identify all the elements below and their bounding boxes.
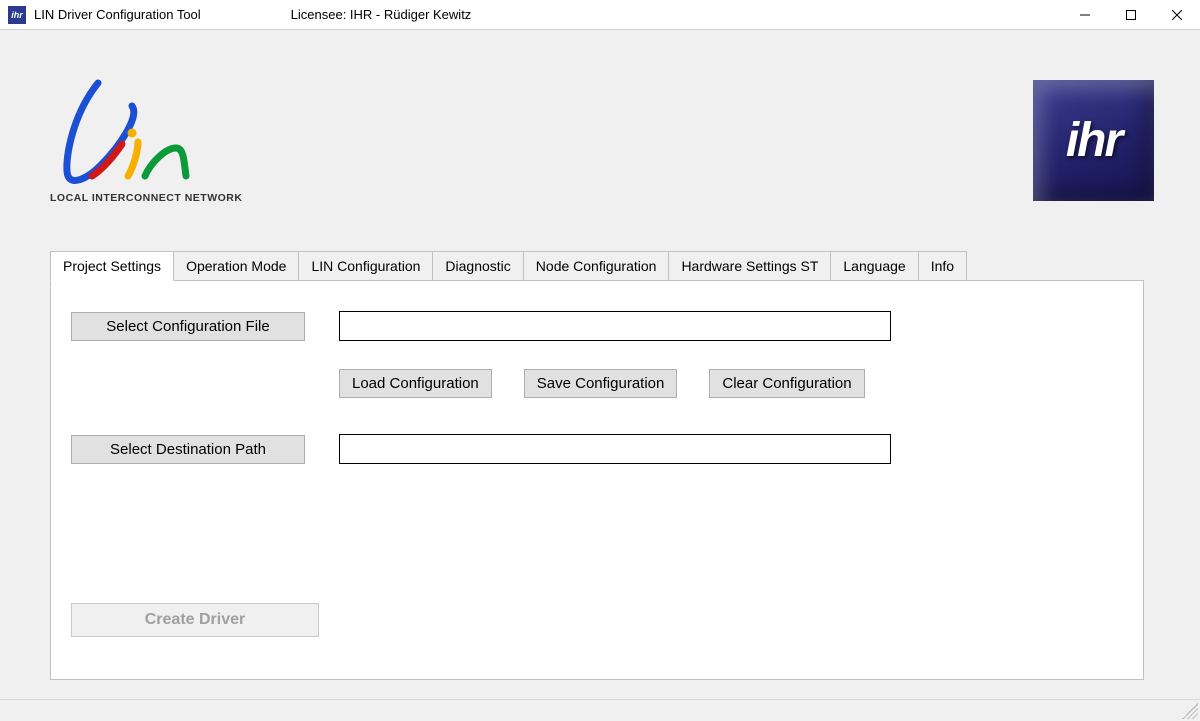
app-icon-text: ihr bbox=[11, 10, 23, 20]
statusbar bbox=[0, 699, 1200, 721]
config-file-input[interactable] bbox=[339, 311, 891, 341]
load-configuration-button[interactable]: Load Configuration bbox=[339, 369, 492, 398]
config-buttons-row: Load Configuration Save Configuration Cl… bbox=[339, 369, 1123, 398]
content-area: LOCAL INTERCONNECT NETWORK ihr Project S… bbox=[0, 30, 1200, 721]
save-configuration-button[interactable]: Save Configuration bbox=[524, 369, 678, 398]
tab-label: Hardware Settings ST bbox=[681, 258, 818, 274]
maximize-button[interactable] bbox=[1108, 0, 1154, 30]
app-icon: ihr bbox=[8, 6, 26, 24]
tab-control: Project Settings Operation Mode LIN Conf… bbox=[50, 250, 1144, 680]
tab-diagnostic[interactable]: Diagnostic bbox=[433, 251, 523, 281]
window-title: LIN Driver Configuration Tool bbox=[34, 7, 201, 22]
tab-label: Operation Mode bbox=[186, 258, 286, 274]
tab-label: LIN Configuration bbox=[311, 258, 420, 274]
titlebar: ihr LIN Driver Configuration Tool Licens… bbox=[0, 0, 1200, 30]
ihr-logo: ihr bbox=[1033, 80, 1154, 201]
tab-label: Info bbox=[931, 258, 954, 274]
create-driver-button: Create Driver bbox=[71, 603, 319, 637]
tab-project-settings[interactable]: Project Settings bbox=[50, 251, 174, 281]
tab-label: Project Settings bbox=[63, 258, 161, 274]
lin-logo-area: LOCAL INTERCONNECT NETWORK bbox=[50, 78, 242, 204]
close-button[interactable] bbox=[1154, 0, 1200, 30]
resize-grip[interactable] bbox=[1182, 703, 1198, 719]
ihr-logo-text: ihr bbox=[1066, 113, 1121, 168]
tab-label: Language bbox=[843, 258, 905, 274]
window-controls bbox=[1062, 0, 1200, 30]
select-destination-path-button[interactable]: Select Destination Path bbox=[71, 435, 305, 464]
lin-logo bbox=[50, 78, 220, 198]
config-file-row: Select Configuration File bbox=[71, 311, 1123, 341]
dest-path-row: Select Destination Path bbox=[71, 434, 1123, 464]
tab-label: Node Configuration bbox=[536, 258, 657, 274]
clear-configuration-button[interactable]: Clear Configuration bbox=[709, 369, 864, 398]
tab-panel-project-settings: Select Configuration File Load Configura… bbox=[50, 280, 1144, 680]
tab-strip: Project Settings Operation Mode LIN Conf… bbox=[50, 250, 1144, 280]
tab-operation-mode[interactable]: Operation Mode bbox=[174, 251, 299, 281]
destination-path-input[interactable] bbox=[339, 434, 891, 464]
tab-hardware-settings-st[interactable]: Hardware Settings ST bbox=[669, 251, 831, 281]
select-config-file-button[interactable]: Select Configuration File bbox=[71, 312, 305, 341]
minimize-button[interactable] bbox=[1062, 0, 1108, 30]
tab-lin-configuration[interactable]: LIN Configuration bbox=[299, 251, 433, 281]
tab-label: Diagnostic bbox=[445, 258, 510, 274]
tab-info[interactable]: Info bbox=[919, 251, 967, 281]
licensee-text: Licensee: IHR - Rüdiger Kewitz bbox=[291, 7, 472, 22]
tab-language[interactable]: Language bbox=[831, 251, 918, 281]
tab-node-configuration[interactable]: Node Configuration bbox=[524, 251, 670, 281]
